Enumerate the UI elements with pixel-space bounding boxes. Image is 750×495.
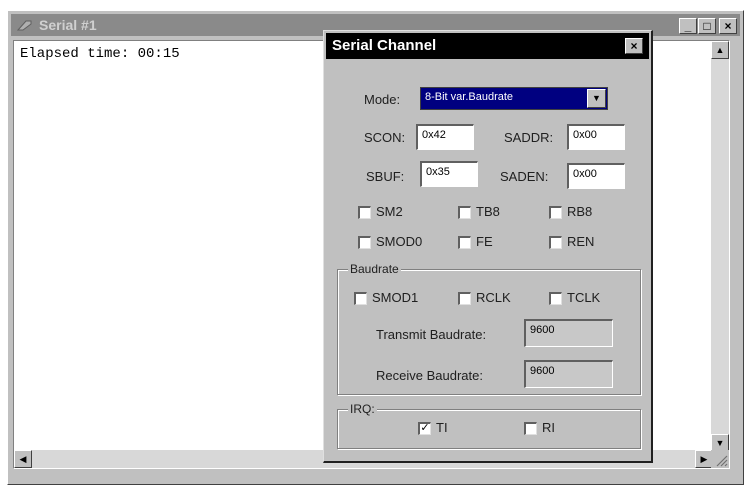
rb8-checkbox[interactable]: [549, 206, 562, 219]
serial-app-icon: [17, 20, 32, 31]
scon-label: SCON:: [364, 130, 406, 145]
tb8-checkbox[interactable]: [458, 206, 471, 219]
smod1-label: SMOD1: [372, 290, 419, 305]
ren-checkbox[interactable]: [549, 236, 562, 249]
smod1-checkbox[interactable]: [354, 292, 367, 305]
ti-checkbox[interactable]: ✓: [418, 422, 431, 435]
maximize-button[interactable]: □: [698, 18, 716, 34]
fe-label: FE: [476, 234, 493, 249]
mode-select[interactable]: 8-Bit var.Baudrate ▼: [420, 87, 608, 110]
resize-grip-icon[interactable]: [711, 450, 729, 468]
rclk-label: RCLK: [476, 290, 511, 305]
sbuf-label: SBUF:: [366, 169, 405, 184]
saddr-label: SADDR:: [504, 130, 554, 145]
transmit-baudrate-field: 9600: [524, 319, 613, 347]
dialog-titlebar[interactable]: Serial Channel ×: [326, 33, 649, 59]
rb8-label: RB8: [567, 204, 593, 219]
smod0-checkbox[interactable]: [358, 236, 371, 249]
mode-label: Mode:: [364, 92, 401, 107]
mode-value: 8-Bit var.Baudrate: [425, 91, 514, 103]
chevron-down-icon[interactable]: ▼: [587, 89, 606, 108]
saddr-field[interactable]: 0x00: [567, 124, 625, 150]
sm2-checkbox[interactable]: [358, 206, 371, 219]
fe-checkbox[interactable]: [458, 236, 471, 249]
irq-group: [337, 409, 641, 449]
saden-label: SADEN:: [500, 169, 549, 184]
sm2-label: SM2: [376, 204, 403, 219]
scroll-left-icon[interactable]: ◀: [14, 450, 32, 468]
tclk-checkbox[interactable]: [549, 292, 562, 305]
scon-field[interactable]: 0x42: [416, 124, 474, 150]
dialog-title: Serial Channel: [332, 37, 437, 54]
tclk-label: TCLK: [567, 290, 601, 305]
tb8-label: TB8: [476, 204, 500, 219]
minimize-button[interactable]: _: [679, 18, 697, 34]
scroll-up-icon[interactable]: ▲: [711, 41, 729, 59]
elapsed-time-text: Elapsed time: 00:15: [20, 46, 180, 62]
ri-label: RI: [542, 420, 555, 435]
dialog-close-button[interactable]: ×: [625, 38, 643, 54]
sbuf-field[interactable]: 0x35: [420, 161, 478, 187]
receive-baudrate-label: Receive Baudrate:: [376, 368, 483, 383]
vertical-scrollbar[interactable]: ▲ ▼: [711, 41, 729, 452]
serial-window-title: Serial #1: [39, 17, 97, 33]
baudrate-group-title: Baudrate: [348, 262, 401, 276]
ri-checkbox[interactable]: [524, 422, 537, 435]
ren-label: REN: [567, 234, 595, 249]
irq-group-title: IRQ:: [348, 402, 377, 416]
ti-label: TI: [436, 420, 448, 435]
rclk-checkbox[interactable]: [458, 292, 471, 305]
saden-field[interactable]: 0x00: [567, 163, 625, 189]
transmit-baudrate-label: Transmit Baudrate:: [376, 327, 487, 342]
smod0-label: SMOD0: [376, 234, 423, 249]
close-button[interactable]: ×: [719, 18, 737, 34]
serial-channel-dialog: Serial Channel × Mode: 8-Bit var.Baudrat…: [323, 30, 653, 463]
receive-baudrate-field: 9600: [524, 360, 613, 388]
